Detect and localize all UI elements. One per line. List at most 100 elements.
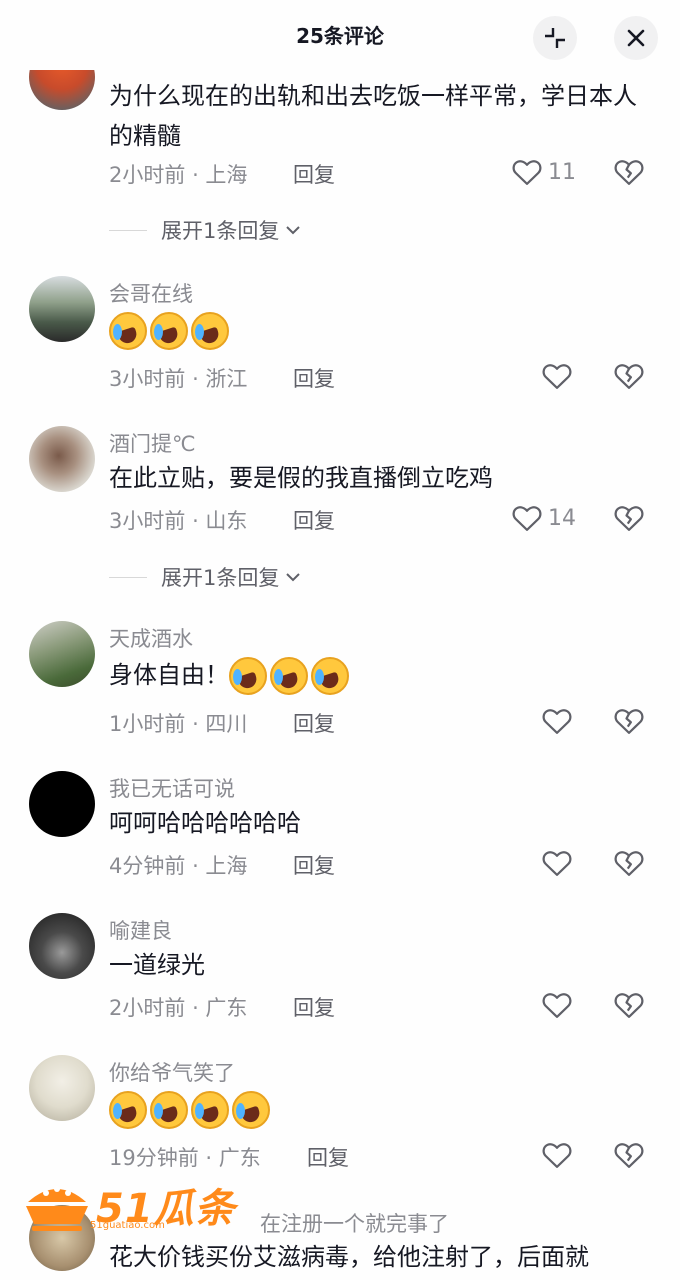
comment-meta: 3小时前 · 山东 [109, 509, 248, 533]
comment-location: 广东 [205, 996, 248, 1020]
laugh-cry-emoji-icon [150, 312, 188, 350]
chevron-down-icon [286, 573, 301, 582]
close-button[interactable] [614, 16, 658, 60]
comment-time: 1小时前 [109, 712, 186, 736]
broken-heart-icon [614, 506, 644, 531]
comment-time: 3小时前 [109, 509, 186, 533]
expand-replies-label: 展开1条回复 [161, 219, 280, 243]
comment-list: 为什么现在的出轨和出去吃饭一样平常，学日本人的精髓 2小时前 · 上海 回复 1… [0, 0, 680, 1280]
like-button[interactable] [542, 707, 572, 735]
comment-username[interactable]: 喻建良 [109, 915, 172, 945]
watermark-bowl-icon [26, 1186, 88, 1231]
reply-button[interactable]: 回复 [293, 363, 335, 393]
comment-meta: 4分钟前 · 上海 [109, 854, 248, 878]
heart-icon [542, 364, 572, 389]
comments-header: 25条评论 [0, 0, 680, 70]
collapse-button[interactable] [533, 16, 577, 60]
comment-time: 2小时前 [109, 996, 186, 1020]
comment-text: 一道绿光 [109, 951, 205, 979]
comment-location: 山东 [205, 509, 248, 533]
reply-button[interactable]: 回复 [293, 505, 335, 535]
like-button[interactable]: 14 [512, 504, 576, 532]
comment-meta: 19分钟前 · 广东 [109, 1146, 261, 1170]
laugh-cry-emoji-icon [311, 657, 349, 695]
comment-username[interactable]: 会哥在线 [109, 278, 193, 308]
laugh-cry-emoji-icon [191, 1091, 229, 1129]
expand-replies[interactable]: 展开1条回复 [109, 562, 303, 592]
comment-text: 在此立贴，要是假的我直播倒立吃鸡 [109, 464, 493, 492]
comment-location: 四川 [205, 712, 248, 736]
heart-icon [542, 993, 572, 1018]
like-button[interactable] [542, 1141, 572, 1169]
heart-icon [542, 709, 572, 734]
comment-meta: 1小时前 · 四川 [109, 712, 248, 736]
chevron-down-icon [286, 226, 301, 235]
broken-heart-icon [614, 1143, 644, 1168]
divider [109, 229, 147, 231]
avatar[interactable] [29, 1055, 95, 1121]
comment-meta: 2小时前 · 上海 [109, 163, 248, 187]
heart-icon [512, 506, 542, 531]
divider [109, 576, 147, 578]
comment-time: 4分钟前 [109, 854, 186, 878]
dislike-button[interactable] [614, 991, 644, 1023]
avatar[interactable] [29, 771, 95, 837]
laugh-cry-emoji-icon [150, 1091, 188, 1129]
comment-username[interactable]: 你给爷气笑了 [109, 1057, 235, 1087]
like-button[interactable] [542, 849, 572, 877]
dislike-button[interactable] [614, 504, 644, 536]
comment-username[interactable]: 在注册一个就完事了 [260, 1208, 449, 1238]
like-button[interactable] [542, 362, 572, 390]
heart-icon [512, 160, 542, 185]
like-count: 14 [548, 505, 576, 531]
expand-replies-label: 展开1条回复 [161, 566, 280, 590]
dislike-button[interactable] [614, 1141, 644, 1173]
dislike-button[interactable] [614, 158, 644, 190]
avatar[interactable] [29, 426, 95, 492]
collapse-icon [545, 28, 565, 48]
comment-username[interactable]: 酒门提℃ [109, 428, 196, 458]
page-title: 25条评论 [296, 24, 384, 48]
heart-icon [542, 1143, 572, 1168]
dislike-button[interactable] [614, 849, 644, 881]
comment-text: 身体自由！ [109, 655, 654, 695]
comment-text-content: 身体自由！ [109, 661, 229, 689]
laugh-cry-emoji-icon [109, 312, 147, 350]
dislike-button[interactable] [614, 362, 644, 394]
like-button[interactable] [542, 991, 572, 1019]
comment-location: 浙江 [205, 367, 248, 391]
comment-meta: 2小时前 · 广东 [109, 996, 248, 1020]
heart-icon [542, 851, 572, 876]
broken-heart-icon [614, 709, 644, 734]
avatar[interactable] [29, 621, 95, 687]
comment-username[interactable]: 我已无话可说 [109, 773, 235, 803]
comment-emojis [109, 1089, 654, 1129]
laugh-cry-emoji-icon [270, 657, 308, 695]
reply-button[interactable]: 回复 [293, 708, 335, 738]
comment-text: 呵呵哈哈哈哈哈哈 [109, 809, 301, 837]
reply-button[interactable]: 回复 [293, 850, 335, 880]
broken-heart-icon [614, 851, 644, 876]
like-count: 11 [548, 159, 576, 185]
reply-button[interactable]: 回复 [307, 1142, 349, 1172]
avatar[interactable] [29, 276, 95, 342]
laugh-cry-emoji-icon [109, 1091, 147, 1129]
laugh-cry-emoji-icon [191, 312, 229, 350]
expand-replies[interactable]: 展开1条回复 [109, 215, 303, 245]
comment-emojis [109, 310, 654, 350]
comment-location: 上海 [205, 163, 248, 187]
comment-username[interactable]: 天成酒水 [109, 623, 193, 653]
like-button[interactable]: 11 [512, 158, 576, 186]
comment-text: 花大价钱买份艾滋病毒，给他注射了，后面就 [109, 1243, 589, 1271]
comment-location: 广东 [218, 1146, 261, 1170]
broken-heart-icon [614, 160, 644, 185]
close-icon [627, 29, 645, 47]
reply-button[interactable]: 回复 [293, 159, 335, 189]
comment-time: 19分钟前 [109, 1146, 199, 1170]
broken-heart-icon [614, 364, 644, 389]
reply-button[interactable]: 回复 [293, 992, 335, 1022]
laugh-cry-emoji-icon [229, 657, 267, 695]
comment-time: 3小时前 [109, 367, 186, 391]
avatar[interactable] [29, 913, 95, 979]
dislike-button[interactable] [614, 707, 644, 739]
